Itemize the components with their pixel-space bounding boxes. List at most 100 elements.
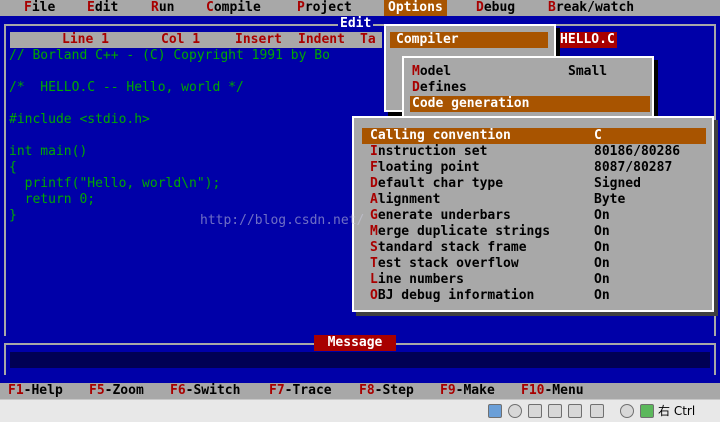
- code-line[interactable]: }: [9, 208, 17, 224]
- option-label: loating point: [377, 160, 480, 175]
- option-label: alling convention: [377, 128, 511, 143]
- option-value: 80186/80286: [594, 144, 681, 159]
- submenu-item-defines[interactable]: Defines: [412, 80, 646, 96]
- option-hotkey: A: [370, 192, 378, 207]
- help-bar: F1-Help F5-Zoom F6-Switch F7-Trace F8-St…: [0, 383, 720, 399]
- option-hotkey: F: [370, 160, 378, 175]
- col-indicator: Col 1: [161, 32, 201, 47]
- option-default-char-type[interactable]: Default char type Signed: [362, 176, 706, 192]
- menu-label: reak/watch: [555, 0, 635, 15]
- compiler-submenu: Model Small Defines Code generation: [402, 56, 654, 118]
- menu-item-label: Compiler: [396, 32, 459, 47]
- item-hotkey: M: [412, 64, 420, 79]
- option-hotkey: S: [370, 240, 378, 255]
- code-line[interactable]: {: [9, 160, 17, 176]
- display-icon[interactable]: [590, 404, 604, 418]
- option-value: On: [594, 240, 610, 255]
- option-alignment[interactable]: Alignment Byte: [362, 192, 706, 208]
- menu-compile[interactable]: Compile: [202, 0, 265, 16]
- option-calling-convention[interactable]: Calling convention C: [362, 128, 706, 144]
- menu-break-watch[interactable]: Break/watch: [544, 0, 638, 16]
- option-value: C: [594, 128, 602, 143]
- keyboard-capture-icon[interactable]: [640, 404, 654, 418]
- item-hotkey: D: [412, 80, 420, 95]
- option-label: ine numbers: [377, 272, 464, 287]
- option-obj-debug-information[interactable]: OBJ debug information On: [362, 288, 706, 304]
- menu-label: dit: [94, 0, 119, 15]
- option-floating-point[interactable]: Floating point 8087/80287: [362, 160, 706, 176]
- option-hotkey: D: [370, 176, 378, 191]
- help-key: F5: [89, 383, 105, 398]
- code-line[interactable]: int main(): [9, 144, 87, 160]
- option-label: BJ debug information: [377, 288, 535, 303]
- help-item-f5[interactable]: F5-Zoom: [89, 383, 144, 399]
- option-hotkey: M: [370, 224, 378, 239]
- code-line[interactable]: // Borland C++ - (C) Copyright 1991 by B…: [9, 48, 330, 64]
- help-key: F9: [440, 383, 456, 398]
- hard-disk-icon[interactable]: [488, 404, 502, 418]
- option-generate-underbars[interactable]: Generate underbars On: [362, 208, 706, 224]
- item-value: Small: [568, 64, 608, 79]
- code-line[interactable]: /* HELLO.C -- Hello, world */: [9, 80, 244, 96]
- option-value: On: [594, 272, 610, 287]
- optical-drive-icon[interactable]: [508, 404, 522, 418]
- help-item-f9[interactable]: F9-Make: [440, 383, 495, 399]
- option-label: erge duplicate strings: [377, 224, 551, 239]
- menu-item-compiler[interactable]: Compiler: [390, 32, 548, 48]
- menu-label: un: [158, 0, 175, 15]
- line-indicator: Line 1: [62, 32, 109, 47]
- menu-options[interactable]: Options: [384, 0, 447, 16]
- option-merge-duplicate-strings[interactable]: Merge duplicate strings On: [362, 224, 706, 240]
- help-item-f1[interactable]: F1-Help: [8, 383, 63, 399]
- help-key: F7: [269, 383, 285, 398]
- option-hotkey: I: [370, 144, 378, 159]
- help-label: -Help: [23, 383, 63, 398]
- help-item-f8[interactable]: F8-Step: [359, 383, 414, 399]
- code-line[interactable]: return 0;: [9, 192, 95, 208]
- editor-status-line: Line 1 Col 1 Insert Indent Ta: [10, 32, 382, 48]
- option-instruction-set[interactable]: Instruction set 80186/80286: [362, 144, 706, 160]
- menu-edit[interactable]: Edit: [83, 0, 122, 16]
- option-value: 8087/80287: [594, 160, 673, 175]
- code-line[interactable]: #include <stdio.h>: [9, 112, 150, 128]
- menu-hotkey: O: [388, 0, 396, 15]
- menu-label: roject: [304, 0, 352, 15]
- menu-label: ile: [31, 0, 56, 15]
- option-label: lignment: [377, 192, 441, 207]
- message-window[interactable]: [10, 352, 710, 368]
- shared-folder-icon[interactable]: [568, 404, 582, 418]
- menu-debug[interactable]: Debug: [472, 0, 519, 16]
- floppy-icon[interactable]: [528, 404, 542, 418]
- help-item-f6[interactable]: F6-Switch: [170, 383, 240, 399]
- indent-indicator: Indent: [298, 32, 345, 47]
- submenu-item-code-generation[interactable]: Code generation: [410, 96, 650, 112]
- menu-file[interactable]: File: [20, 0, 59, 16]
- help-key: F6: [170, 383, 186, 398]
- menu-project[interactable]: Project: [293, 0, 356, 16]
- submenu-item-model[interactable]: Model Small: [412, 64, 646, 80]
- option-value: Signed: [594, 176, 641, 191]
- menu-label: ptions: [395, 0, 443, 15]
- help-item-f10[interactable]: F10-Menu: [521, 383, 584, 399]
- code-line[interactable]: printf("Hello, world\n");: [9, 176, 221, 192]
- option-label: tandard stack frame: [377, 240, 527, 255]
- option-test-stack-overflow[interactable]: Test stack overflow On: [362, 256, 706, 272]
- host-status-bar: 右 Ctrl: [0, 399, 720, 422]
- menu-hotkey: D: [476, 0, 484, 15]
- menu-label: ompile: [213, 0, 261, 15]
- option-standard-stack-frame[interactable]: Standard stack frame On: [362, 240, 706, 256]
- mouse-integration-icon[interactable]: [620, 404, 634, 418]
- network-icon[interactable]: [548, 404, 562, 418]
- option-value: Byte: [594, 192, 626, 207]
- watermark: http://blog.csdn.net/: [200, 213, 365, 228]
- insert-indicator: Insert: [235, 32, 282, 47]
- menu-hotkey: B: [548, 0, 556, 15]
- help-label: -Zoom: [104, 383, 144, 398]
- help-item-f7[interactable]: F7-Trace: [269, 383, 332, 399]
- menu-hotkey: P: [297, 0, 305, 15]
- edit-window-title: Edit: [338, 16, 374, 32]
- menu-run[interactable]: Run: [147, 0, 178, 16]
- option-line-numbers[interactable]: Line numbers On: [362, 272, 706, 288]
- option-value: On: [594, 224, 610, 239]
- option-value: On: [594, 256, 610, 271]
